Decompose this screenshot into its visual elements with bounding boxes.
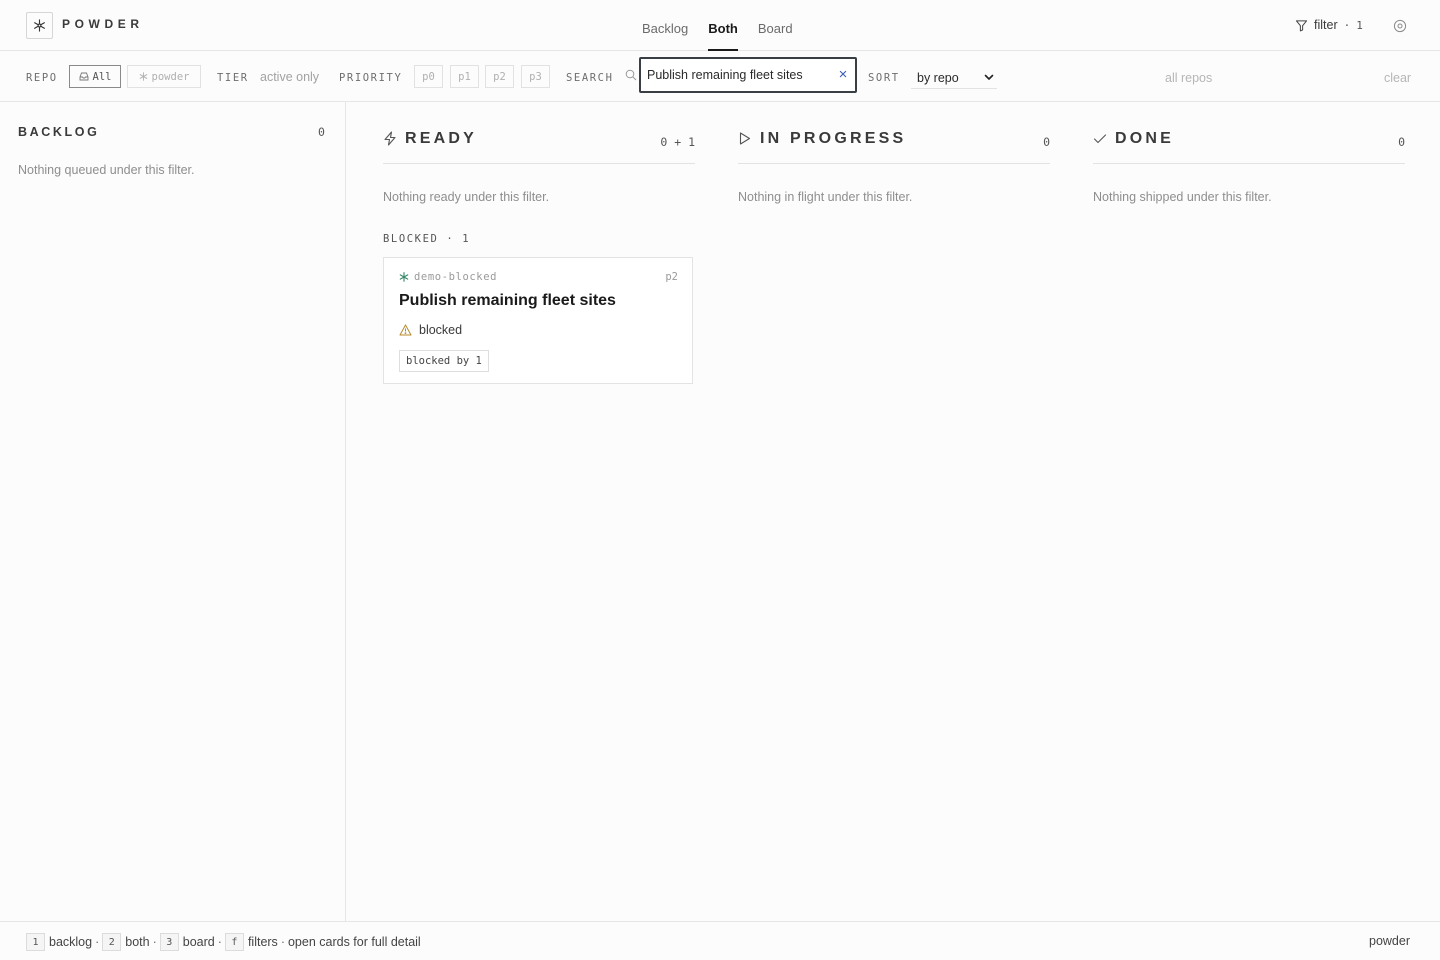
- shortcut-label-board: board: [182, 935, 215, 949]
- priority-chip-p2[interactable]: p2: [485, 65, 514, 88]
- scope-text: all repos: [1165, 71, 1213, 85]
- view-tabs: Backlog Both Board: [642, 0, 813, 51]
- card-title: Publish remaining fleet sites: [399, 292, 616, 309]
- shortcut-label-filters: filters: [247, 935, 278, 949]
- search-icon: [625, 69, 637, 81]
- snowflake-icon: [34, 19, 45, 32]
- search-field: ×: [639, 57, 857, 93]
- lightning-icon: [384, 131, 396, 146]
- column-in-progress-title: IN PROGRESS: [760, 130, 907, 147]
- shortcut-key-board: 3: [159, 933, 179, 951]
- priority-chip-p3[interactable]: p3: [521, 65, 550, 88]
- keyboard-shortcuts: 1 backlog · 2 both · 3 board · f filters…: [26, 933, 421, 951]
- column-ready-empty-message: Nothing ready under this filter.: [383, 190, 550, 204]
- sort-label: SORT: [868, 72, 900, 84]
- search-filter-label: SEARCH: [566, 72, 614, 84]
- shortcut-separator: ·: [217, 935, 222, 949]
- repo-chip-powder[interactable]: powder: [127, 65, 201, 88]
- blocked-section-heading: BLOCKED · 1: [383, 233, 471, 245]
- shortcut-key-backlog: 1: [26, 933, 45, 951]
- search-input[interactable]: [647, 66, 827, 84]
- card-priority: p2: [665, 271, 678, 283]
- column-done-count: 0: [1398, 135, 1405, 149]
- card-repo-name: demo-blocked: [414, 271, 498, 283]
- play-icon: [739, 132, 751, 145]
- brand-name: POWDER: [62, 17, 144, 31]
- shortcut-key-both: 2: [102, 933, 122, 951]
- column-ready-title: READY: [405, 130, 478, 147]
- shortcut-separator: ·: [280, 935, 285, 949]
- tab-board[interactable]: Board: [758, 0, 793, 51]
- funnel-icon: [1295, 19, 1308, 31]
- backlog-empty-message: Nothing queued under this filter.: [18, 163, 195, 177]
- snowflake-icon: [139, 72, 147, 81]
- clear-filters-link[interactable]: clear: [1384, 71, 1411, 85]
- clear-search-button[interactable]: ×: [836, 67, 850, 83]
- tier-value-toggle[interactable]: active only: [260, 70, 319, 84]
- repo-chip-powder-label: powder: [151, 70, 190, 83]
- filter-count: 1: [1356, 18, 1363, 32]
- column-in-progress-empty-message: Nothing in flight under this filter.: [738, 190, 913, 204]
- card-blocked-by-tag: blocked by 1: [399, 350, 489, 372]
- tab-both[interactable]: Both: [708, 0, 738, 51]
- column-done-title: DONE: [1115, 130, 1175, 147]
- warning-icon: [399, 324, 412, 336]
- priority-chip-p1[interactable]: p1: [450, 65, 479, 88]
- issue-card[interactable]: demo-blocked p2 Publish remaining fleet …: [383, 257, 693, 384]
- tier-filter-label: TIER: [217, 72, 249, 84]
- column-ready-count: 0 + 1: [660, 135, 695, 149]
- gear-icon: [1393, 19, 1407, 33]
- column-in-progress-count: 0: [1043, 135, 1050, 149]
- shortcut-separator: ·: [95, 935, 100, 949]
- footer-workspace-name: powder: [1369, 934, 1410, 948]
- priority-chip-p0[interactable]: p0: [414, 65, 443, 88]
- sort-select[interactable]: by repo: [911, 67, 997, 89]
- snowflake-icon: [399, 272, 409, 282]
- column-done-empty-message: Nothing shipped under this filter.: [1093, 190, 1272, 204]
- shortcut-separator: ·: [152, 935, 157, 949]
- filter-separator: ·: [1343, 18, 1351, 32]
- column-ready-header: READY 0 + 1: [383, 128, 695, 164]
- filter-bar: REPO All powder TIER active only PRIORIT…: [0, 51, 1440, 102]
- backlog-panel: BACKLOG 0 Nothing queued under this filt…: [0, 102, 346, 921]
- tab-backlog[interactable]: Backlog: [642, 0, 688, 51]
- shortcut-label-backlog: backlog: [49, 935, 93, 949]
- settings-button[interactable]: [1393, 19, 1407, 38]
- footer-hint: open cards for full detail: [287, 935, 421, 949]
- repo-chip-all-label: All: [92, 70, 112, 83]
- card-status-label: blocked: [419, 323, 463, 337]
- chevron-down-icon: [984, 74, 994, 80]
- priority-filter-label: PRIORITY: [339, 72, 403, 84]
- repo-chip-all[interactable]: All: [69, 65, 121, 88]
- card-repo: demo-blocked: [399, 271, 497, 283]
- column-done-header: DONE 0: [1093, 128, 1405, 164]
- filter-toggle-button[interactable]: filter · 1: [1295, 18, 1363, 32]
- shortcut-key-filters: f: [224, 933, 244, 951]
- logo[interactable]: [26, 12, 53, 39]
- backlog-count: 0: [318, 125, 325, 139]
- inbox-icon: [79, 72, 88, 81]
- footer-bar: 1 backlog · 2 both · 3 board · f filters…: [0, 921, 1440, 960]
- column-in-progress-header: IN PROGRESS 0: [738, 128, 1050, 164]
- backlog-title: BACKLOG: [18, 125, 100, 139]
- repo-filter-label: REPO: [26, 72, 58, 84]
- card-status: blocked: [399, 323, 462, 337]
- check-icon: [1093, 134, 1107, 144]
- top-bar: POWDER Backlog Both Board filter · 1: [0, 0, 1440, 51]
- sort-value: by repo: [917, 70, 959, 85]
- shortcut-label-both: both: [125, 935, 150, 949]
- filter-label: filter: [1314, 18, 1338, 32]
